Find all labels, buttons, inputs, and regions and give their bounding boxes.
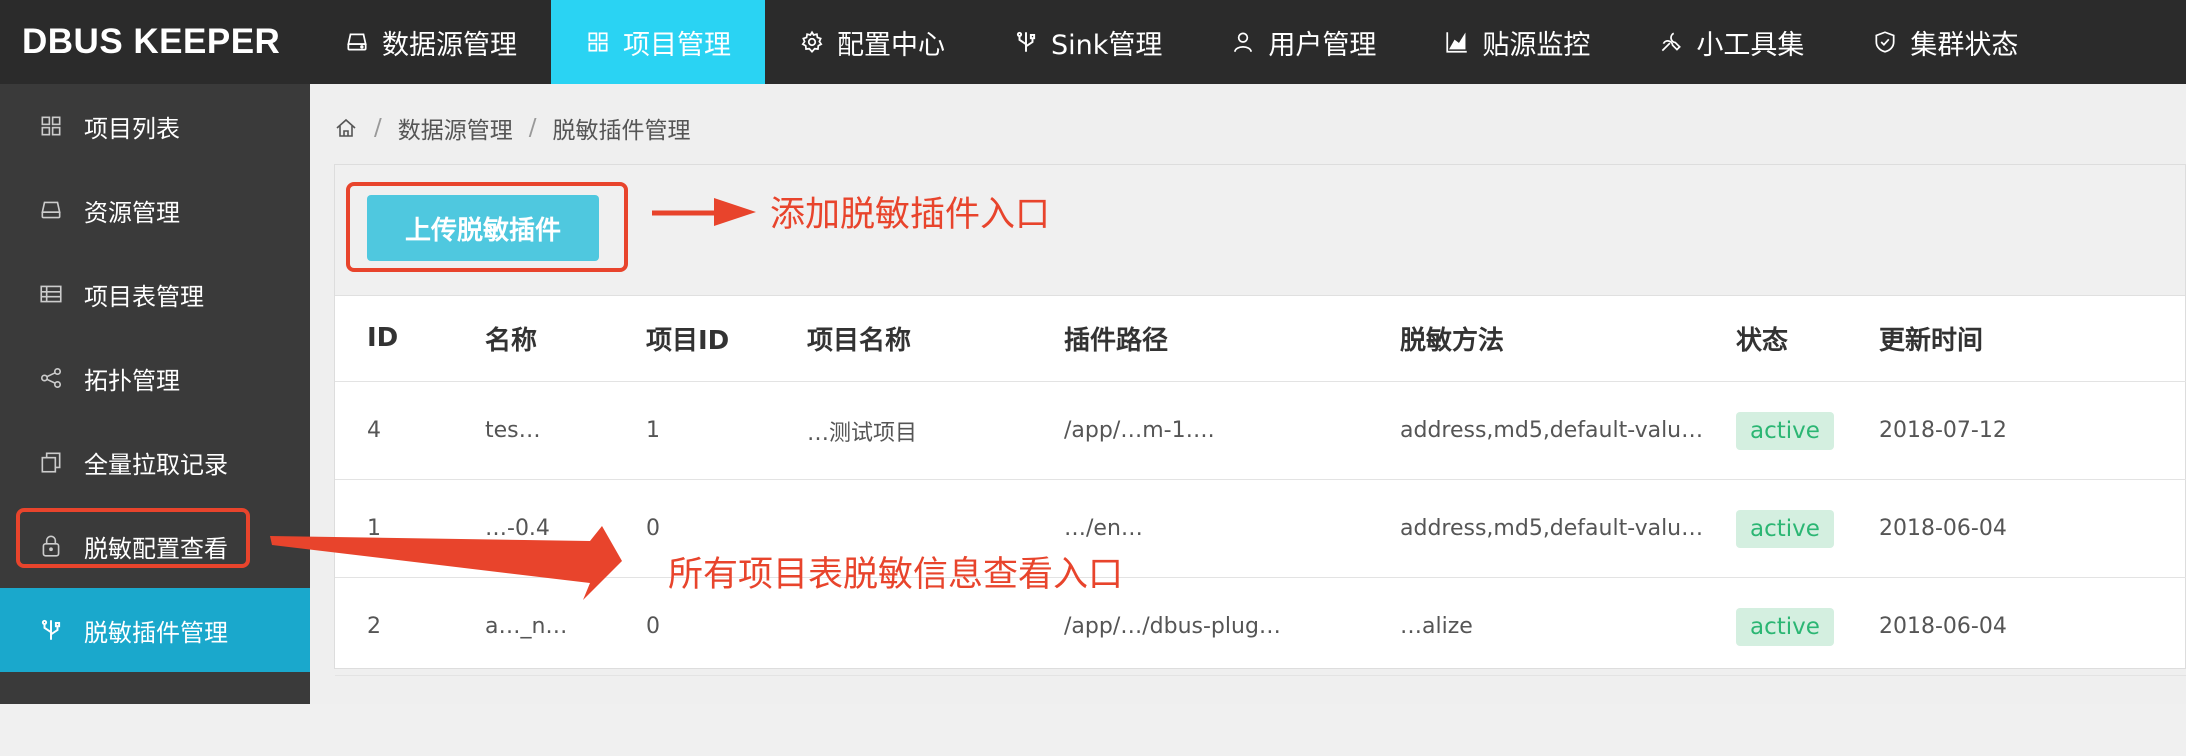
cell-path: /app/…m-1…. bbox=[1032, 381, 1368, 480]
cell-status: active bbox=[1704, 577, 1847, 676]
topnav-item-tools[interactable]: 小工具集 bbox=[1624, 0, 1838, 84]
home-icon[interactable] bbox=[334, 116, 358, 140]
plugin-table: ID 名称 项目ID 项目名称 插件路径 脱敏方法 状态 更新时间 4 tes…… bbox=[335, 295, 2186, 676]
sidebar-item-masking-plugins[interactable]: 脱敏插件管理 bbox=[0, 588, 310, 672]
topnav-label: 数据源管理 bbox=[382, 29, 517, 61]
sidebar-item-partial[interactable] bbox=[0, 672, 310, 756]
cell-id: 4 bbox=[335, 381, 453, 480]
cell-status: active bbox=[1704, 479, 1847, 578]
sidebar-item-topology[interactable]: 拓扑管理 bbox=[0, 336, 310, 420]
table-header-row: ID 名称 项目ID 项目名称 插件路径 脱敏方法 状态 更新时间 bbox=[335, 295, 2186, 382]
sidebar-item-label: 拓扑管理 bbox=[84, 366, 180, 395]
topnav-item-sink[interactable]: Sink管理 bbox=[979, 0, 1196, 84]
user-icon bbox=[1230, 29, 1256, 55]
gear-icon bbox=[799, 29, 825, 55]
cell-status: active bbox=[1704, 381, 1847, 480]
topnav-item-user[interactable]: 用户管理 bbox=[1196, 0, 1410, 84]
breadcrumb-separator: / bbox=[528, 115, 537, 141]
status-badge: active bbox=[1736, 607, 1834, 646]
cell-updated: 2018-06-04 bbox=[1847, 577, 2186, 676]
column-header: 更新时间 bbox=[1847, 295, 2186, 382]
column-header: 插件路径 bbox=[1032, 295, 1368, 382]
cell-id: 1 bbox=[335, 479, 453, 578]
table-row[interactable]: 4 tes… 1 …测试项目 /app/…m-1…. address,md5,d… bbox=[335, 381, 2186, 480]
top-nav: 数据源管理 项目管理 配置中心 Sink管理 用户管理 贴源监控 小工具集 集群… bbox=[310, 0, 2052, 84]
grid-icon bbox=[38, 113, 64, 139]
status-badge: active bbox=[1736, 411, 1834, 450]
column-header: 状态 bbox=[1704, 295, 1847, 382]
sidebar-item-label: 资源管理 bbox=[84, 198, 180, 227]
sidebar-item-label: 脱敏插件管理 bbox=[84, 618, 228, 647]
hdd-icon bbox=[38, 197, 64, 223]
cell-methods: address,md5,default-value,i… bbox=[1368, 381, 1704, 480]
shield-icon bbox=[1872, 29, 1898, 55]
topnav-label: 小工具集 bbox=[1696, 29, 1805, 61]
sidebar-item-label: 项目表管理 bbox=[84, 282, 204, 311]
topnav-label: 项目管理 bbox=[623, 29, 731, 61]
area-chart-icon bbox=[1444, 29, 1470, 55]
sidebar-item-resources[interactable]: 资源管理 bbox=[0, 168, 310, 252]
share-icon bbox=[38, 365, 64, 391]
breadcrumb-item: 脱敏插件管理 bbox=[552, 118, 691, 144]
cell-name: a…_n… bbox=[453, 577, 614, 676]
topnav-item-config[interactable]: 配置中心 bbox=[765, 0, 979, 84]
table-icon bbox=[38, 281, 64, 307]
cell-name: tes… bbox=[453, 381, 614, 480]
topnav-label: Sink管理 bbox=[1051, 29, 1163, 61]
column-header: 项目ID bbox=[614, 295, 775, 382]
hdd-icon bbox=[344, 29, 370, 55]
topnav-label: 集群状态 bbox=[1910, 29, 2019, 61]
tool-icon bbox=[1658, 29, 1684, 55]
table-row[interactable]: 1 …-0.4 0 …/en… address,md5,default-valu… bbox=[335, 479, 2186, 578]
sidebar-item-full-pull[interactable]: 全量拉取记录 bbox=[0, 420, 310, 504]
status-badge: active bbox=[1736, 509, 1834, 548]
config-annotation-text: 所有项目表脱敏信息查看入口 bbox=[668, 555, 1124, 595]
sidebar-item-project-list[interactable]: 项目列表 bbox=[0, 84, 310, 168]
upload-annotation-text: 添加脱敏插件入口 bbox=[770, 195, 1051, 235]
topnav-item-project[interactable]: 项目管理 bbox=[551, 0, 765, 84]
breadcrumb-separator: / bbox=[374, 115, 382, 141]
cell-project-id: 1 bbox=[614, 381, 775, 480]
column-header: 项目名称 bbox=[775, 295, 1032, 382]
topnav-item-monitor[interactable]: 贴源监控 bbox=[1410, 0, 1624, 84]
sidebar-item-project-tables[interactable]: 项目表管理 bbox=[0, 252, 310, 336]
topnav-item-datasource[interactable]: 数据源管理 bbox=[310, 0, 551, 84]
topnav-label: 配置中心 bbox=[837, 29, 945, 61]
column-header: 名称 bbox=[453, 295, 614, 382]
cell-updated: 2018-06-04 bbox=[1847, 479, 2186, 578]
cell-updated: 2018-07-12 bbox=[1847, 381, 2186, 480]
usb-icon bbox=[38, 617, 64, 643]
cell-methods: address,md5,default-value,i… bbox=[1368, 479, 1704, 578]
top-navbar: DBUS KEEPER 数据源管理 项目管理 配置中心 Sink管理 用户管理 … bbox=[0, 0, 2186, 84]
main-content: / 数据源管理 / 脱敏插件管理 上传脱敏插件 ID 名称 项目ID 项目名称 … bbox=[310, 84, 2186, 704]
sidebar-item-label: 全量拉取记录 bbox=[84, 450, 228, 479]
usb-icon bbox=[1013, 29, 1039, 55]
table-row[interactable]: 2 a…_n… 0 /app/…/dbus-plug… …alize activ… bbox=[335, 577, 2186, 676]
breadcrumb: / 数据源管理 / 脱敏插件管理 bbox=[334, 108, 691, 148]
topnav-label: 用户管理 bbox=[1268, 29, 1377, 61]
cell-id: 2 bbox=[335, 577, 453, 676]
config-highlight-box bbox=[16, 508, 250, 568]
item-icon bbox=[38, 701, 64, 727]
grid-icon bbox=[585, 29, 611, 55]
topnav-item-cluster[interactable]: 集群状态 bbox=[1838, 0, 2052, 84]
app-logo[interactable]: DBUS KEEPER bbox=[0, 22, 310, 62]
sidebar: 项目列表 资源管理 项目表管理 拓扑管理 全量拉取记录 脱敏配置查看 脱敏插件管… bbox=[0, 84, 310, 704]
cell-methods: …alize bbox=[1368, 577, 1704, 676]
copy-icon bbox=[38, 449, 64, 475]
column-header: ID bbox=[335, 295, 453, 382]
upload-highlight-box bbox=[346, 182, 628, 272]
column-header: 脱敏方法 bbox=[1368, 295, 1704, 382]
topnav-label: 贴源监控 bbox=[1482, 29, 1591, 61]
cell-name: …-0.4 bbox=[453, 479, 614, 578]
cell-project-name: …测试项目 bbox=[775, 381, 1032, 480]
sidebar-item-label: 项目列表 bbox=[84, 114, 180, 143]
breadcrumb-item[interactable]: 数据源管理 bbox=[398, 111, 513, 145]
